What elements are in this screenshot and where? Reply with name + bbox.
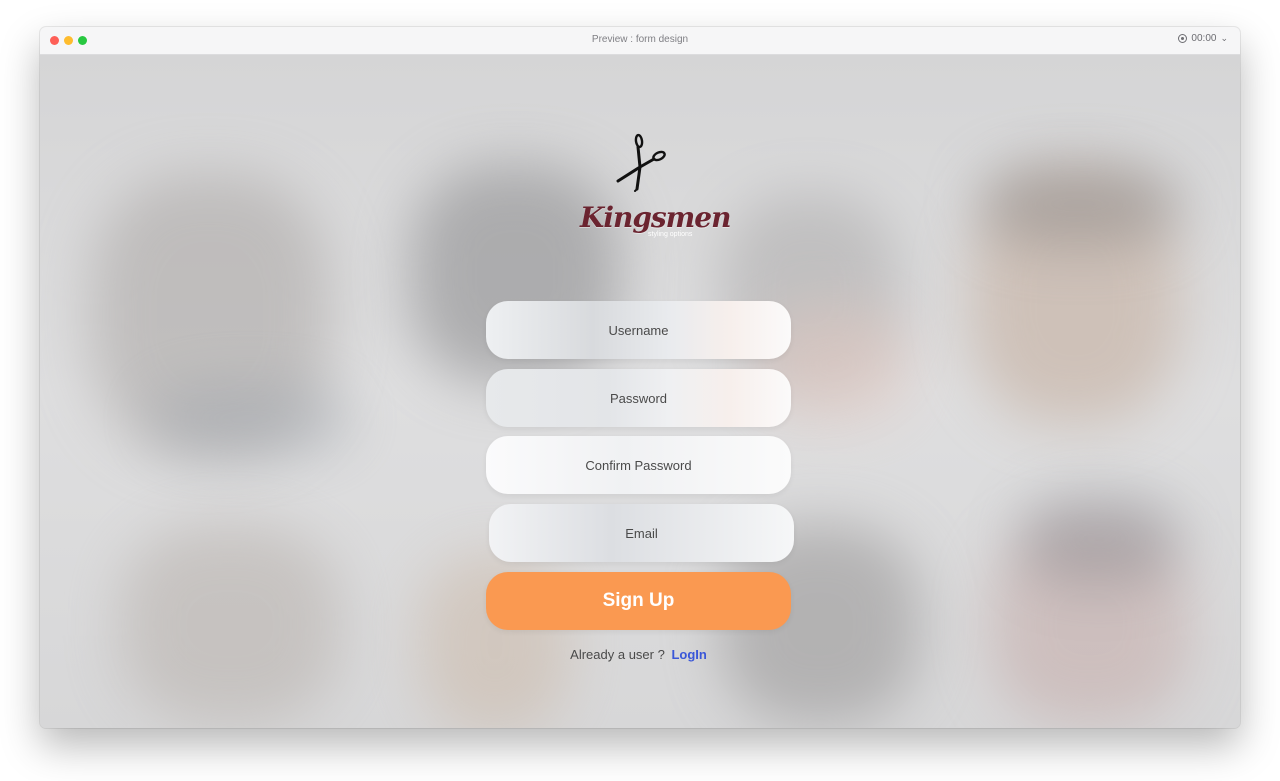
login-prompt: Already a user ? LogIn — [486, 647, 791, 662]
already-user-text: Already a user ? — [570, 647, 665, 662]
sign-up-button[interactable]: Sign Up — [486, 572, 791, 630]
login-link[interactable]: LogIn — [671, 647, 706, 662]
title-bar: Preview : form design 00:00 ⌄ — [40, 27, 1240, 55]
chevron-down-icon: ⌄ — [1220, 33, 1228, 43]
email-input[interactable] — [489, 504, 794, 562]
record-icon — [1178, 34, 1188, 43]
preview-window: Preview : form design 00:00 ⌄ Kingsmen s… — [40, 27, 1240, 728]
window-title: Preview : form design — [591, 34, 689, 45]
recording-timer[interactable]: 00:00 ⌄ — [1178, 33, 1228, 44]
brand-tagline: styling options — [648, 231, 693, 238]
username-input[interactable] — [486, 301, 791, 359]
scissors-icon — [616, 133, 666, 192]
password-input[interactable] — [486, 369, 791, 427]
brand-name: Kingsmen — [580, 201, 731, 234]
brand-logo: Kingsmen styling options — [580, 129, 731, 244]
timer-label: 00:00 — [1191, 33, 1217, 44]
confirm-password-input[interactable] — [486, 436, 791, 494]
preview-content: Kingsmen styling options Sign Up Already… — [40, 54, 1240, 728]
